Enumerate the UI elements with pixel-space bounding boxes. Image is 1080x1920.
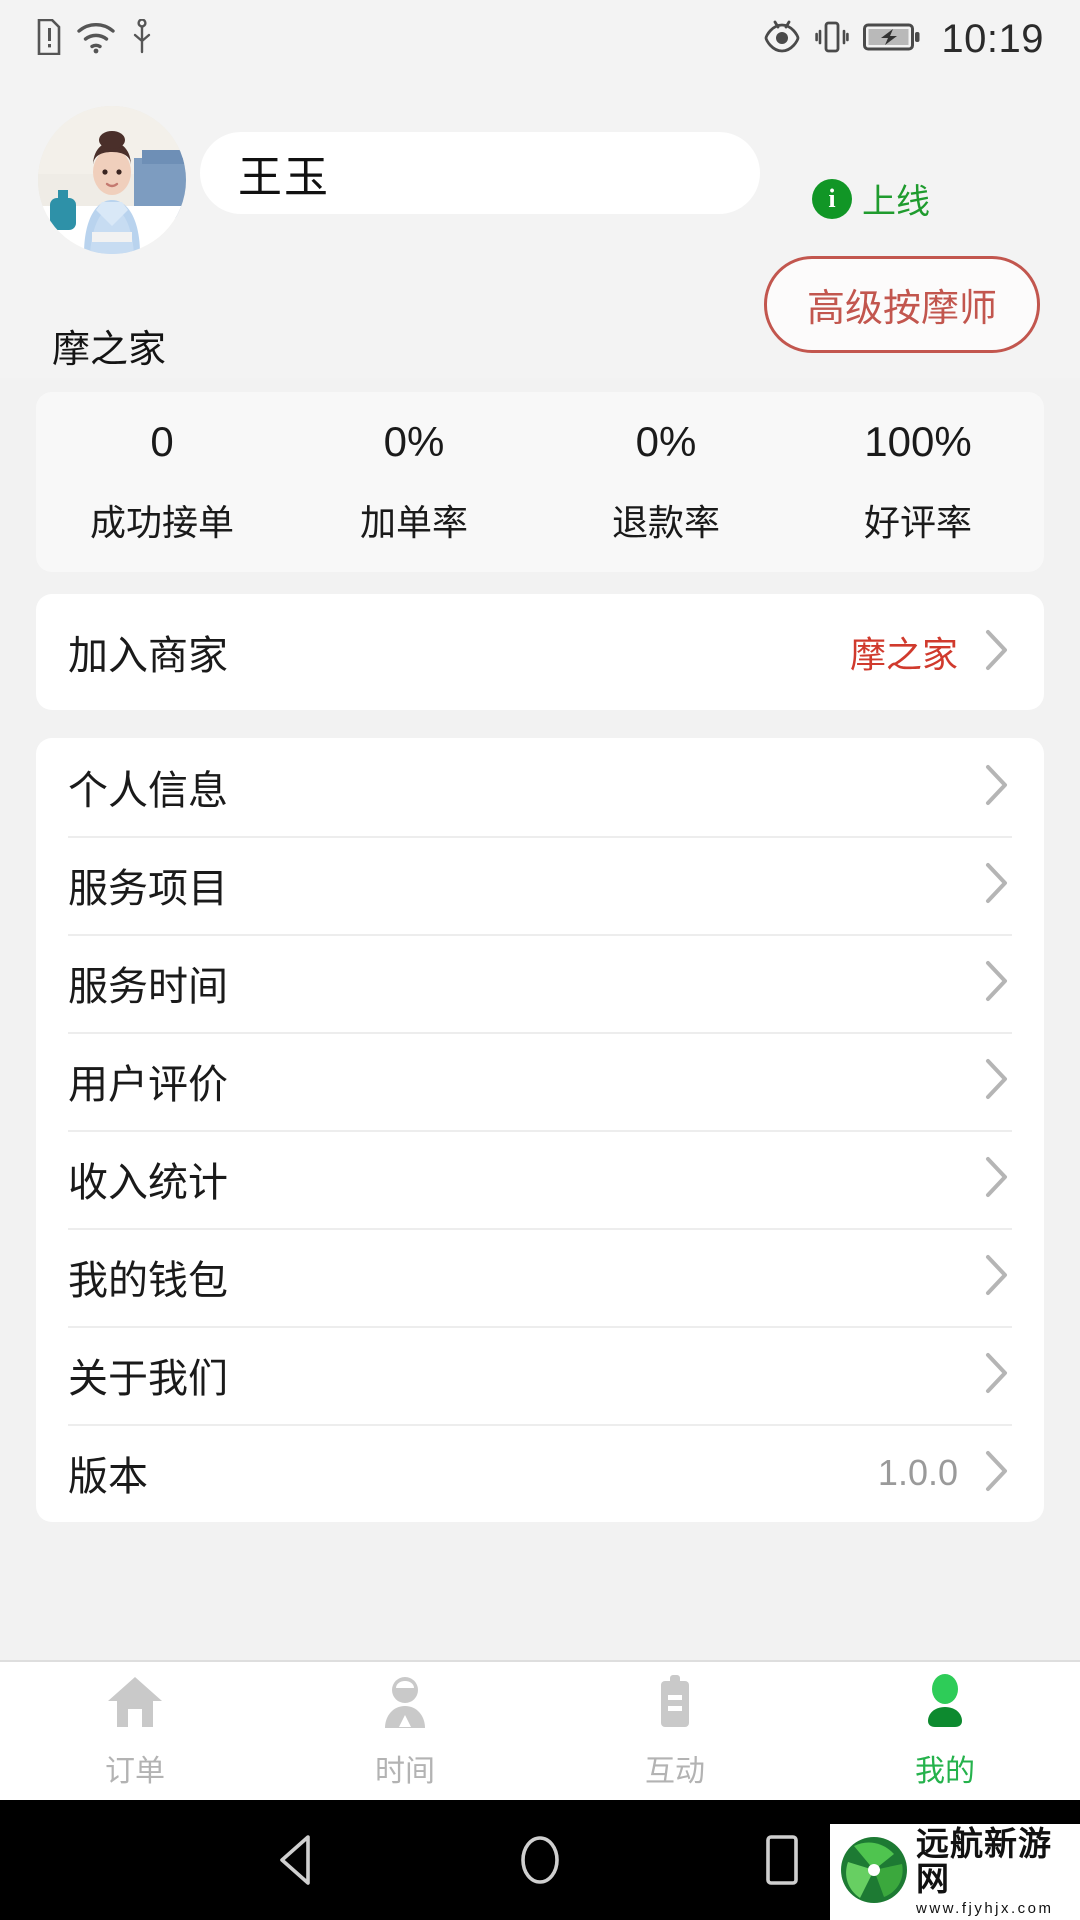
battery-charging-icon <box>863 20 921 59</box>
wifi-icon <box>76 20 116 59</box>
profile-header: 王玉 i 上线 高级按摩师 摩之家 <box>0 78 1080 378</box>
bottom-tab-bar: 订单 时间 互动 我的 <box>0 1660 1080 1800</box>
chevron-right-icon <box>984 1155 1010 1204</box>
info-circle-icon: i <box>812 178 852 219</box>
menu-item-income-stats[interactable]: 收入统计 <box>36 1130 1044 1228</box>
chevron-right-icon <box>984 1253 1010 1302</box>
chevron-right-icon <box>984 861 1010 910</box>
chevron-right-icon <box>984 1449 1010 1498</box>
status-badge[interactable]: 高级按摩师 <box>763 256 1040 353</box>
chevron-right-icon <box>984 1351 1010 1400</box>
user-name: 王玉 <box>238 153 330 202</box>
menu-list: 个人信息 服务项目 服务时间 用户评价 收入统计 我的钱包 关于我们 版本 1.… <box>36 738 1044 1522</box>
join-merchant-value: 摩之家 <box>849 634 958 675</box>
status-bar: 10:19 <box>0 0 1080 78</box>
join-merchant-label: 加入商家 <box>68 634 228 678</box>
join-merchant-row[interactable]: 加入商家 摩之家 <box>36 594 1044 710</box>
stat-label: 成功接单 <box>89 502 234 543</box>
stat-label: 退款率 <box>611 502 720 543</box>
menu-item-label: 用户评价 <box>68 1063 228 1107</box>
menu-item-personal-info[interactable]: 个人信息 <box>36 738 1044 836</box>
menu-item-service-items[interactable]: 服务项目 <box>36 836 1044 934</box>
stat-value: 0% <box>635 418 697 465</box>
status-bar-clock: 10:19 <box>941 16 1044 61</box>
person-icon <box>374 1673 436 1736</box>
stat-item: 100% 好评率 <box>792 418 1044 546</box>
tab-profile[interactable]: 我的 <box>810 1662 1080 1800</box>
menu-item-label: 版本 <box>68 1455 148 1499</box>
menu-item-label: 个人信息 <box>68 769 228 813</box>
home-circle-icon[interactable] <box>514 1832 566 1888</box>
watermark-text: 远航新游网 www.fjyhjx.com <box>916 1824 1080 1918</box>
recents-square-icon[interactable] <box>756 1832 808 1888</box>
stat-label: 加单率 <box>359 502 468 543</box>
stat-item: 0% 加单率 <box>288 418 540 546</box>
menu-item-label: 服务时间 <box>68 965 228 1009</box>
shop-name: 摩之家 <box>52 329 167 371</box>
back-triangle-icon[interactable] <box>272 1832 324 1888</box>
menu-item-label: 收入统计 <box>68 1161 228 1205</box>
tab-label: 我的 <box>915 1754 975 1788</box>
home-icon <box>104 1673 166 1736</box>
menu-item-about-us[interactable]: 关于我们 <box>36 1326 1044 1424</box>
clipboard-icon <box>644 1673 706 1736</box>
profile-icon <box>914 1673 976 1736</box>
watermark-title: 远航新游网 <box>916 1824 1052 1897</box>
tab-label: 互动 <box>645 1754 705 1788</box>
menu-item-label: 我的钱包 <box>68 1259 228 1303</box>
sim-alert-icon <box>36 18 62 60</box>
stat-value: 0 <box>150 418 174 465</box>
stats-card: 0 成功接单 0% 加单率 0% 退款率 100% 好评率 <box>36 392 1044 572</box>
stat-item: 0 成功接单 <box>36 418 288 546</box>
menu-item-service-time[interactable]: 服务时间 <box>36 934 1044 1032</box>
status-bar-left-icons <box>36 17 154 60</box>
stat-value: 0% <box>383 418 445 465</box>
chevron-right-icon <box>984 628 1010 677</box>
menu-item-version[interactable]: 版本 1.0.0 <box>36 1424 1044 1522</box>
status-bar-right-icons: 10:19 <box>763 17 1044 62</box>
tab-label: 时间 <box>375 1754 435 1788</box>
menu-item-label: 服务项目 <box>68 867 228 911</box>
stat-item: 0% 退款率 <box>540 418 792 546</box>
menu-item-value: 1.0.0 <box>877 1452 958 1493</box>
stat-label: 好评率 <box>863 502 972 543</box>
avatar[interactable] <box>38 106 186 254</box>
watermark: 远航新游网 www.fjyhjx.com <box>830 1824 1080 1920</box>
usb-icon <box>130 17 154 60</box>
online-status-label: 上线 <box>862 183 930 221</box>
tab-orders[interactable]: 订单 <box>0 1662 270 1800</box>
menu-item-my-wallet[interactable]: 我的钱包 <box>36 1228 1044 1326</box>
eye-comfort-icon <box>763 19 801 60</box>
menu-item-user-reviews[interactable]: 用户评价 <box>36 1032 1044 1130</box>
online-status[interactable]: i 上线 <box>812 174 930 223</box>
tab-interaction[interactable]: 互动 <box>540 1662 810 1800</box>
stat-value: 100% <box>864 418 972 465</box>
watermark-url: www.fjyhjx.com <box>916 1900 1054 1918</box>
vibrate-icon <box>815 19 850 60</box>
leaf-pinwheel-logo <box>838 1834 910 1911</box>
chevron-right-icon <box>984 959 1010 1008</box>
chevron-right-icon <box>984 1057 1010 1106</box>
menu-item-label: 关于我们 <box>68 1357 228 1401</box>
chevron-right-icon <box>984 763 1010 812</box>
tab-time[interactable]: 时间 <box>270 1662 540 1800</box>
tab-label: 订单 <box>105 1754 165 1788</box>
name-card[interactable]: 王玉 <box>200 132 760 214</box>
